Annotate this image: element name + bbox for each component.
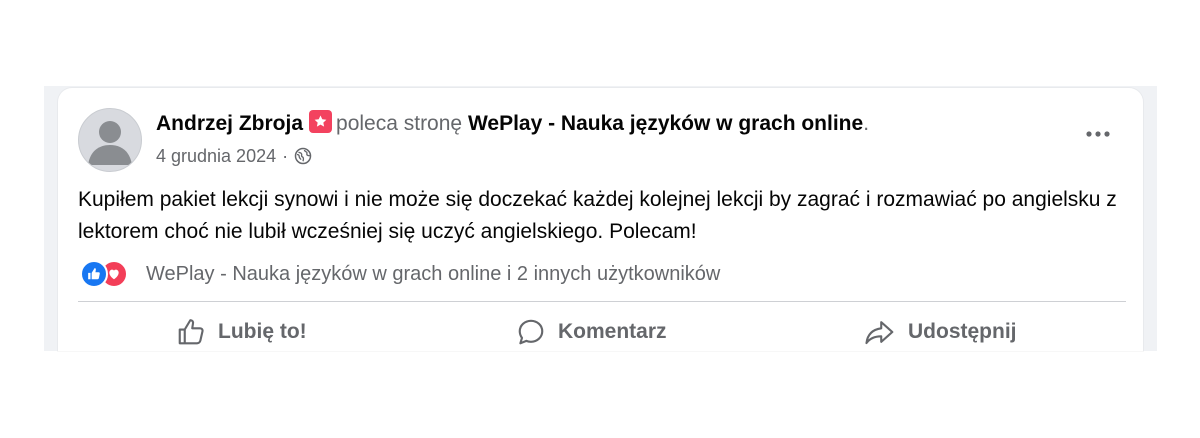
reaction-icons[interactable] [80, 260, 128, 288]
comment-bubble-icon [516, 317, 546, 347]
comment-label: Komentarz [558, 320, 667, 343]
star-badge-icon [309, 110, 333, 133]
ellipsis-icon [1086, 131, 1110, 137]
header-punctuation: . [863, 112, 870, 135]
reaction-summary[interactable]: WePlay - Nauka języków w grach online i … [146, 263, 720, 286]
like-button[interactable]: Lubię to! [176, 310, 307, 354]
reactions-bar[interactable]: WePlay - Nauka języków w grach online i … [80, 260, 720, 288]
action-text: poleca stronę [336, 112, 463, 135]
post-meta: 4 grudnia 2024 · [156, 144, 312, 171]
post-card: Andrzej Zbroja poleca stronę WePlay - Nau… [58, 88, 1143, 351]
like-label: Lubię to! [218, 320, 307, 343]
post-header: Andrzej Zbroja poleca stronę WePlay - Nau… [156, 110, 869, 137]
share-button[interactable]: Udostępnij [864, 310, 1017, 354]
actions-divider [78, 301, 1126, 302]
comment-button[interactable]: Komentarz [516, 310, 667, 354]
globe-icon[interactable] [294, 147, 312, 171]
page-name-link[interactable]: WePlay - Nauka języków w grach online [468, 112, 863, 135]
post-actions: Lubię to! Komentarz Udostępnij [78, 310, 1126, 354]
post-body: Kupiłem pakiet lekcji synowi i nie może … [78, 188, 1117, 243]
like-reaction-icon [80, 260, 108, 288]
meta-separator: · [282, 146, 289, 166]
share-arrow-icon [864, 317, 896, 347]
more-options-button[interactable] [1083, 124, 1113, 144]
share-label: Udostępnij [908, 320, 1017, 343]
thumbs-up-icon [176, 317, 206, 347]
default-user-icon [88, 121, 132, 165]
post-date[interactable]: 4 grudnia 2024 [156, 146, 276, 166]
author-name[interactable]: Andrzej Zbroja [156, 112, 303, 135]
avatar[interactable] [78, 108, 142, 172]
